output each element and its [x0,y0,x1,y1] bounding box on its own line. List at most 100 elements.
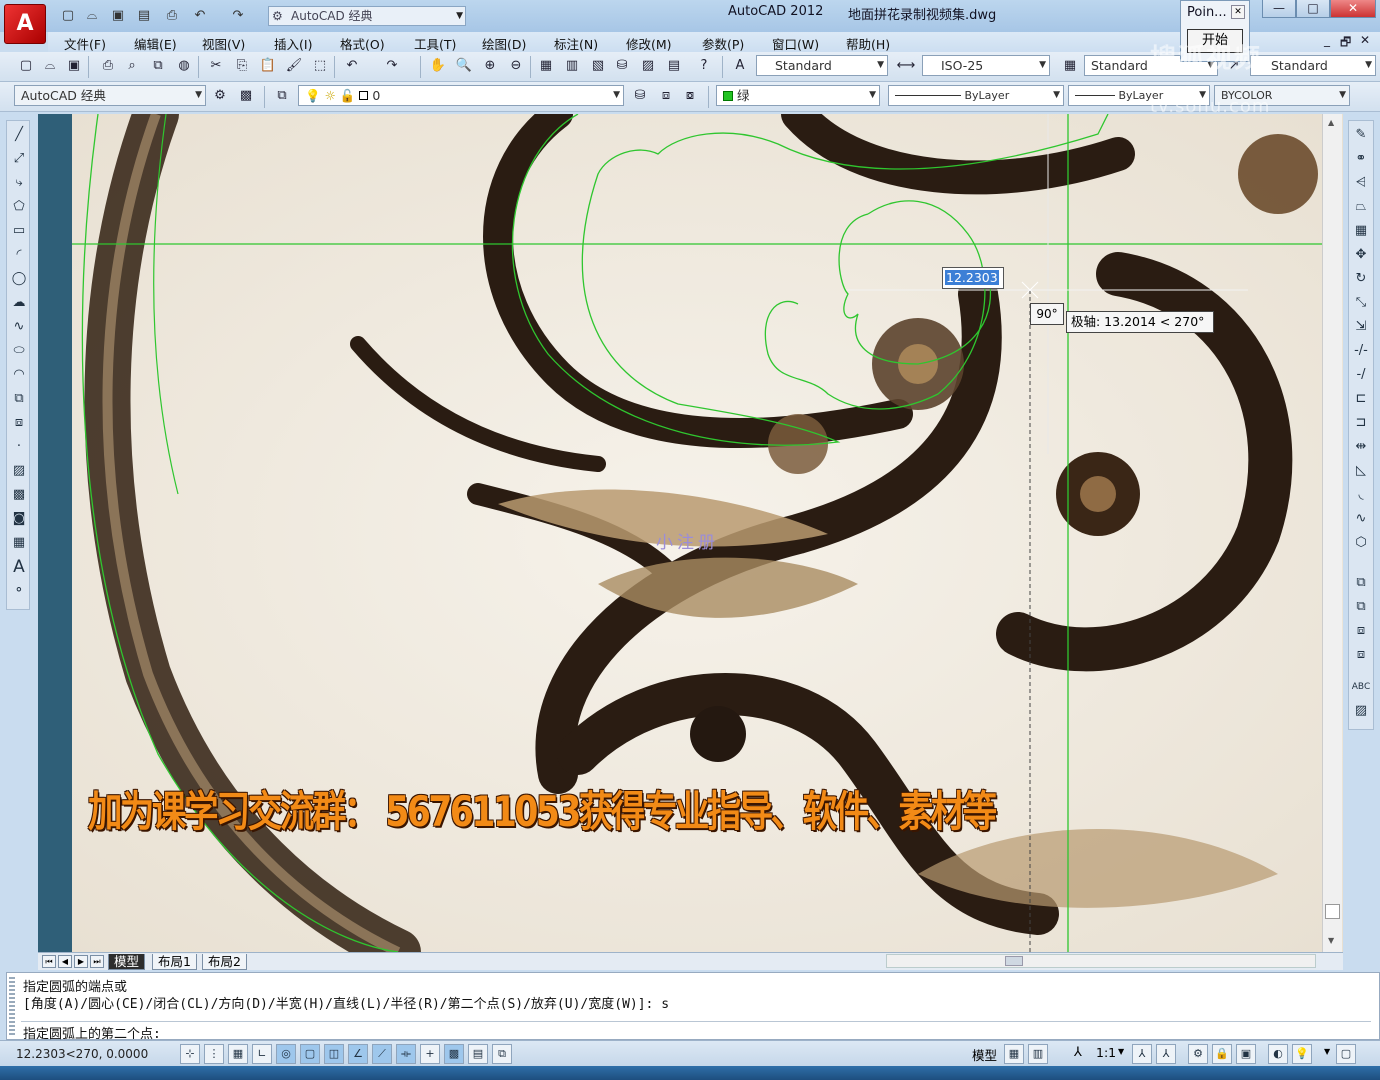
make-current-layer-icon[interactable]: ⛁ [630,86,650,106]
tab-layout2[interactable]: 布局2 [202,954,247,970]
explode-icon[interactable]: ⬡ [1351,533,1371,553]
circle-icon[interactable]: ◯ [9,269,29,289]
quick-properties-icon[interactable]: ▤ [468,1044,488,1064]
doc-close-button[interactable]: ✕ [1360,33,1370,47]
cut-icon[interactable]: ✂ [206,56,226,76]
mirror-icon[interactable]: ⩤ [1351,173,1371,193]
tool-palettes-icon[interactable]: ▧ [588,56,608,76]
scroll-down-arrow-icon[interactable]: ▼ [1328,936,1334,945]
point-icon[interactable]: · [9,437,29,457]
zoom-realtime-icon[interactable]: 🔍 [454,56,474,76]
block-editor-icon[interactable]: ⬚ [310,56,330,76]
bring-above-icon[interactable]: ⧈ [1351,621,1371,641]
3d-dwf-icon[interactable]: ◍ [174,56,194,76]
last-tab-icon[interactable]: ⏭ [90,955,104,968]
dimension-style-combo[interactable]: ISO-25 ▼ [922,55,1050,76]
paste-icon[interactable]: 📋 [258,56,278,76]
rectangle-icon[interactable]: ▭ [9,221,29,241]
trim-icon[interactable]: -/- [1351,341,1371,361]
make-block-icon[interactable]: ⧈ [9,413,29,433]
lightbulb-icon[interactable]: 💡 [1292,1044,1312,1064]
erase-icon[interactable]: ✎ [1351,125,1371,145]
selection-cycling-icon[interactable]: ⧉ [492,1044,512,1064]
hatch-back-icon[interactable]: ▨ [1351,701,1371,721]
infer-constraints-icon[interactable]: ⊹ [180,1044,200,1064]
doc-minimize-button[interactable]: _ [1324,33,1330,47]
doc-restore-button[interactable]: 🗗 [1340,33,1351,54]
array-icon[interactable]: ▦ [1351,221,1371,241]
calculator-icon[interactable]: ▤ [664,56,684,76]
minimize-button[interactable]: — [1262,0,1296,18]
match-properties-icon[interactable]: 🖌 [284,56,304,76]
insert-block-icon[interactable]: ⧉ [9,389,29,409]
layer-states-icon[interactable]: ⧇ [680,86,700,106]
new-file-icon[interactable]: ▢ [58,6,78,26]
tab-layout1[interactable]: 布局1 [152,954,197,970]
menu-draw[interactable]: 绘图(D) [482,34,526,53]
send-under-icon[interactable]: ⧈ [1351,645,1371,665]
arc-icon[interactable]: ◜ [9,245,29,265]
copy-icon[interactable]: ⎘ [232,56,252,76]
object-snap-tracking-icon[interactable]: ∠ [348,1044,368,1064]
copy-object-icon[interactable]: ⚭ [1351,149,1371,169]
annotation-visibility-icon[interactable]: ⅄ [1132,1044,1152,1064]
redo-icon[interactable]: ↷ [382,56,402,76]
close-button[interactable]: ✕ [1330,0,1376,18]
help-icon[interactable]: ? [694,56,714,76]
horizontal-scrollbar-thumb[interactable] [1005,956,1023,966]
scrollbar-thumb[interactable] [1325,904,1340,919]
publish-icon[interactable]: ⧉ [148,56,168,76]
sheet-set-icon[interactable]: ⛁ [612,56,632,76]
workspace-settings-icon[interactable]: ⚙ [210,86,230,106]
line-icon[interactable]: ╱ [9,125,29,145]
save-as-icon[interactable]: ▤ [134,6,154,26]
text-front-icon[interactable]: ABC [1351,677,1371,697]
chamfer-icon[interactable]: ◺ [1351,461,1371,481]
region-icon[interactable]: ◙ [9,509,29,529]
menu-tools[interactable]: 工具(T) [414,34,456,53]
table-style-icon[interactable]: ▦ [1060,56,1080,76]
layer-combo[interactable]: 💡 ☼ 🔓 0 ▼ [298,85,624,106]
gradient-icon[interactable]: ▩ [9,485,29,505]
workspace-combo[interactable]: AutoCAD 经典 ▼ [14,85,206,106]
revision-cloud-icon[interactable]: ☁ [9,293,29,313]
extend-icon[interactable]: -/ [1351,365,1371,385]
menu-help[interactable]: 帮助(H) [846,34,890,53]
vertical-scrollbar[interactable]: ▲ ▼ [1322,114,1342,952]
customize-icon[interactable]: ▩ [236,86,256,106]
spline-icon[interactable]: ∿ [9,317,29,337]
markup-icon[interactable]: ▨ [638,56,658,76]
chevron-down-icon[interactable]: ▼ [1324,1047,1330,1056]
workspace-switching-icon[interactable]: ⚙ [1188,1044,1208,1064]
application-menu-button[interactable]: A [4,4,46,44]
text-style-combo[interactable]: Standard ▼ [756,55,888,76]
plot-preview-icon[interactable]: ⌕ [122,56,142,76]
prev-tab-icon[interactable]: ◀ [58,955,72,968]
multileader-style-combo[interactable]: Standard ▼ [1250,55,1376,76]
multiline-text-icon[interactable]: A [9,557,29,577]
object-snap-icon[interactable]: ▢ [300,1044,320,1064]
coordinate-readout[interactable]: 12.2303<270, 0.0000 [16,1047,148,1061]
polar-tracking-icon[interactable]: ◎ [276,1044,296,1064]
menu-view[interactable]: 视图(V) [202,34,245,53]
ellipse-icon[interactable]: ⬭ [9,341,29,361]
ortho-mode-icon[interactable]: ∟ [252,1044,272,1064]
menu-modify[interactable]: 修改(M) [626,34,672,53]
break-at-point-icon[interactable]: ⊏ [1351,389,1371,409]
move-icon[interactable]: ✥ [1351,245,1371,265]
zoom-window-icon[interactable]: ⊕ [480,56,500,76]
toolbar-lock-icon[interactable]: 🔒 [1212,1044,1232,1064]
tab-model[interactable]: 模型 [108,954,146,970]
workspace-switcher-combo[interactable]: ⚙ AutoCAD 经典 ▼ [268,6,466,26]
polyline-icon[interactable]: ⤷ [9,173,29,193]
scale-icon[interactable]: ⤡ [1351,293,1371,313]
layer-previous-icon[interactable]: ⧈ [656,86,676,106]
hardware-acceleration-icon[interactable]: ▣ [1236,1044,1256,1064]
text-style-icon[interactable]: A [730,56,750,76]
open-icon[interactable]: ⌓ [40,56,60,76]
menu-insert[interactable]: 插入(I) [274,34,312,53]
zoom-previous-icon[interactable]: ⊖ [506,56,526,76]
scroll-up-arrow-icon[interactable]: ▲ [1328,118,1334,127]
draw-order-back-icon[interactable]: ⧉ [1351,597,1371,617]
isolate-objects-icon[interactable]: ◐ [1268,1044,1288,1064]
